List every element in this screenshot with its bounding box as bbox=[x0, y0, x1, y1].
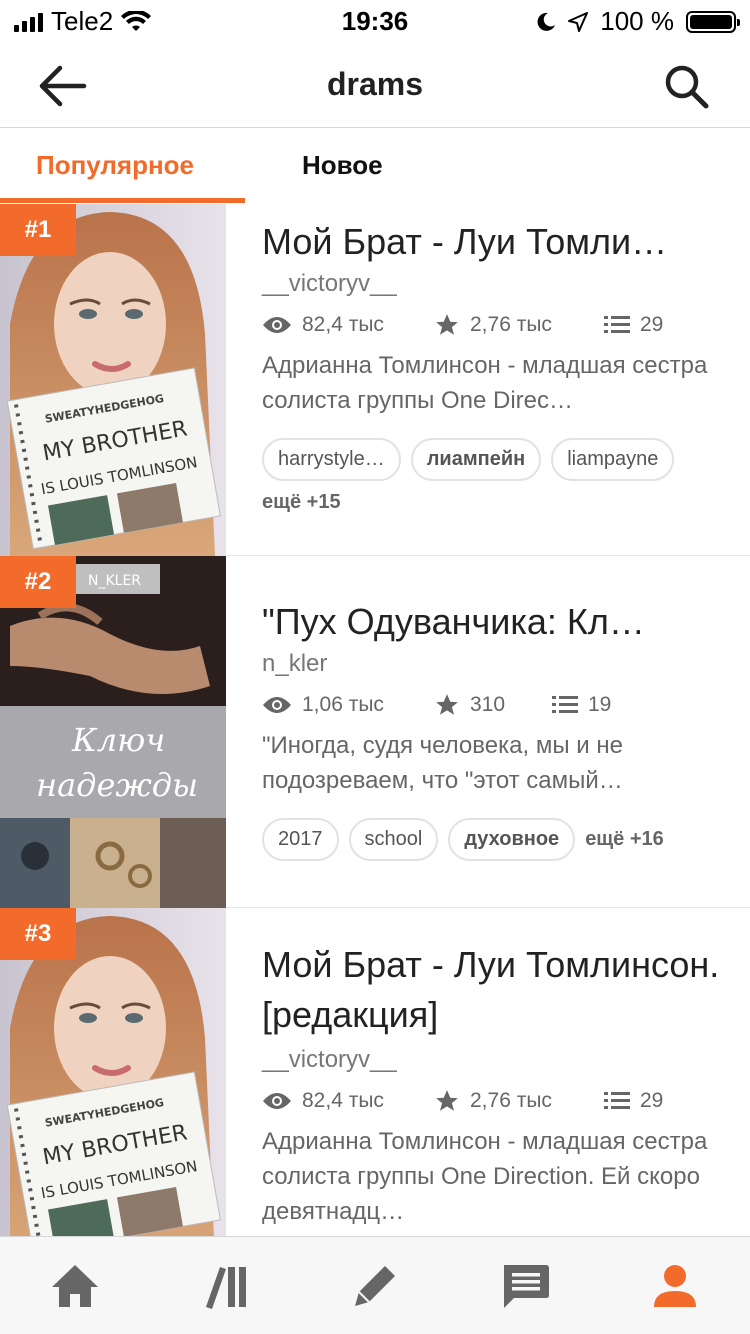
parts-count: 29 bbox=[640, 1089, 664, 1112]
parts-list-icon bbox=[604, 1092, 630, 1109]
story-stats: 1,06 тыс 310 19 bbox=[262, 692, 726, 718]
story-description: Адрианна Томлинсон - младшая сестра соли… bbox=[262, 1128, 708, 1225]
story-title[interactable]: Мой Брат - Луи Томли… bbox=[262, 220, 726, 264]
nav-profile[interactable] bbox=[600, 1237, 750, 1334]
profile-icon bbox=[654, 1264, 696, 1307]
rank-badge: #2 bbox=[0, 556, 76, 608]
rank-badge: #3 bbox=[0, 908, 76, 960]
active-tab-indicator bbox=[0, 198, 245, 203]
cover-text: Ключ bbox=[71, 721, 165, 759]
parts-count: 19 bbox=[588, 693, 612, 716]
tag[interactable]: духовное bbox=[448, 818, 576, 861]
tag[interactable]: лиампейн bbox=[410, 438, 542, 481]
nav-messages[interactable] bbox=[450, 1237, 600, 1334]
votes-count: 2,76 тыс bbox=[470, 1089, 552, 1112]
story-cover[interactable]: SWEATYHEDGEHOG MY BROTHER IS LOUIS TOMLI… bbox=[0, 908, 226, 1260]
story-author[interactable]: __victoryv__ bbox=[262, 270, 726, 298]
tabs: Популярное Новое bbox=[0, 128, 750, 204]
library-icon bbox=[206, 1266, 246, 1309]
reads-count: 82,4 тыс bbox=[302, 1089, 384, 1112]
story-stats: 82,4 тыс 2,76 тыс 29 bbox=[262, 312, 726, 338]
tag-list: 2017 school духовное ещё +16 bbox=[262, 818, 726, 861]
star-icon bbox=[436, 694, 458, 715]
parts-list-icon bbox=[552, 696, 578, 713]
tag[interactable]: 2017 bbox=[262, 818, 339, 861]
votes-count: 310 bbox=[470, 693, 506, 716]
story-item[interactable]: SWEATYHEDGEHOG MY BROTHER IS LOUIS TOMLI… bbox=[0, 204, 750, 556]
battery-icon bbox=[686, 10, 740, 33]
story-author[interactable]: __victoryv__ bbox=[262, 1046, 726, 1074]
story-cover[interactable]: N_KLER Ключ надежды #2 bbox=[0, 556, 226, 908]
nav-home[interactable] bbox=[0, 1237, 150, 1334]
more-tags[interactable]: ещё +16 bbox=[585, 828, 664, 851]
eye-icon bbox=[263, 1093, 291, 1109]
header: drams bbox=[0, 42, 750, 128]
story-info: Мой Брат - Луи Томли… __victoryv__ 82,4 … bbox=[262, 204, 726, 514]
tab-new[interactable]: Новое bbox=[302, 150, 383, 181]
reads-count: 1,06 тыс bbox=[302, 693, 384, 716]
story-list: SWEATYHEDGEHOG MY BROTHER IS LOUIS TOMLI… bbox=[0, 204, 750, 1260]
search-button[interactable] bbox=[664, 64, 710, 110]
cover-text: надежды bbox=[36, 766, 198, 804]
story-title[interactable]: Мой Брат - Луи Томлинсон. [редакция] bbox=[262, 940, 726, 1040]
nav-write[interactable] bbox=[300, 1237, 450, 1334]
search-icon bbox=[665, 65, 709, 109]
battery-percent: 100 % bbox=[600, 6, 674, 36]
page-title: drams bbox=[326, 66, 424, 102]
location-icon bbox=[568, 11, 589, 32]
nav-library[interactable] bbox=[150, 1237, 300, 1334]
tab-popular[interactable]: Популярное bbox=[36, 150, 194, 181]
moon-icon bbox=[537, 12, 556, 31]
story-author[interactable]: n_kler bbox=[262, 650, 726, 678]
reads-count: 82,4 тыс bbox=[302, 313, 384, 336]
status-bar: Tele2 19:36 100 % bbox=[0, 0, 750, 42]
story-info: "Пух Одуванчика: Кл… n_kler 1,06 тыс 310… bbox=[262, 556, 726, 861]
story-cover[interactable]: SWEATYHEDGEHOG MY BROTHER IS LOUIS TOMLI… bbox=[0, 204, 226, 556]
rank-badge: #1 bbox=[0, 204, 76, 256]
story-info: Мой Брат - Луи Томлинсон. [редакция] __v… bbox=[262, 908, 726, 1229]
parts-list-icon bbox=[604, 316, 630, 333]
bottom-nav bbox=[0, 1236, 750, 1334]
eye-icon bbox=[263, 697, 291, 713]
tag-list: harrystyle… лиампейн liampayne ещё +15 bbox=[262, 438, 726, 514]
cover-text: N_KLER bbox=[88, 573, 141, 589]
votes-count: 2,76 тыс bbox=[470, 313, 552, 336]
story-item[interactable]: SWEATYHEDGEHOG MY BROTHER IS LOUIS TOMLI… bbox=[0, 908, 750, 1260]
story-stats: 82,4 тыс 2,76 тыс 29 bbox=[262, 1088, 726, 1114]
story-description: Адрианна Томлинсон - младшая сестра соли… bbox=[262, 352, 708, 414]
tag[interactable]: harrystyle… bbox=[262, 438, 401, 481]
parts-count: 29 bbox=[640, 313, 664, 336]
star-icon bbox=[436, 1090, 458, 1111]
messages-icon bbox=[504, 1264, 549, 1308]
tag[interactable]: liampayne bbox=[551, 438, 675, 481]
tag[interactable]: school bbox=[348, 818, 439, 861]
home-icon bbox=[52, 1264, 98, 1307]
story-description: "Иногда, судя человека, мы и не подозрев… bbox=[262, 732, 623, 794]
write-icon bbox=[355, 1265, 395, 1306]
story-title[interactable]: "Пух Одуванчика: Кл… bbox=[262, 600, 726, 644]
more-tags[interactable]: ещё +15 bbox=[262, 491, 341, 514]
star-icon bbox=[436, 314, 458, 335]
eye-icon bbox=[263, 317, 291, 333]
story-item[interactable]: N_KLER Ключ надежды #2 "Пух Одуванчика: … bbox=[0, 556, 750, 908]
